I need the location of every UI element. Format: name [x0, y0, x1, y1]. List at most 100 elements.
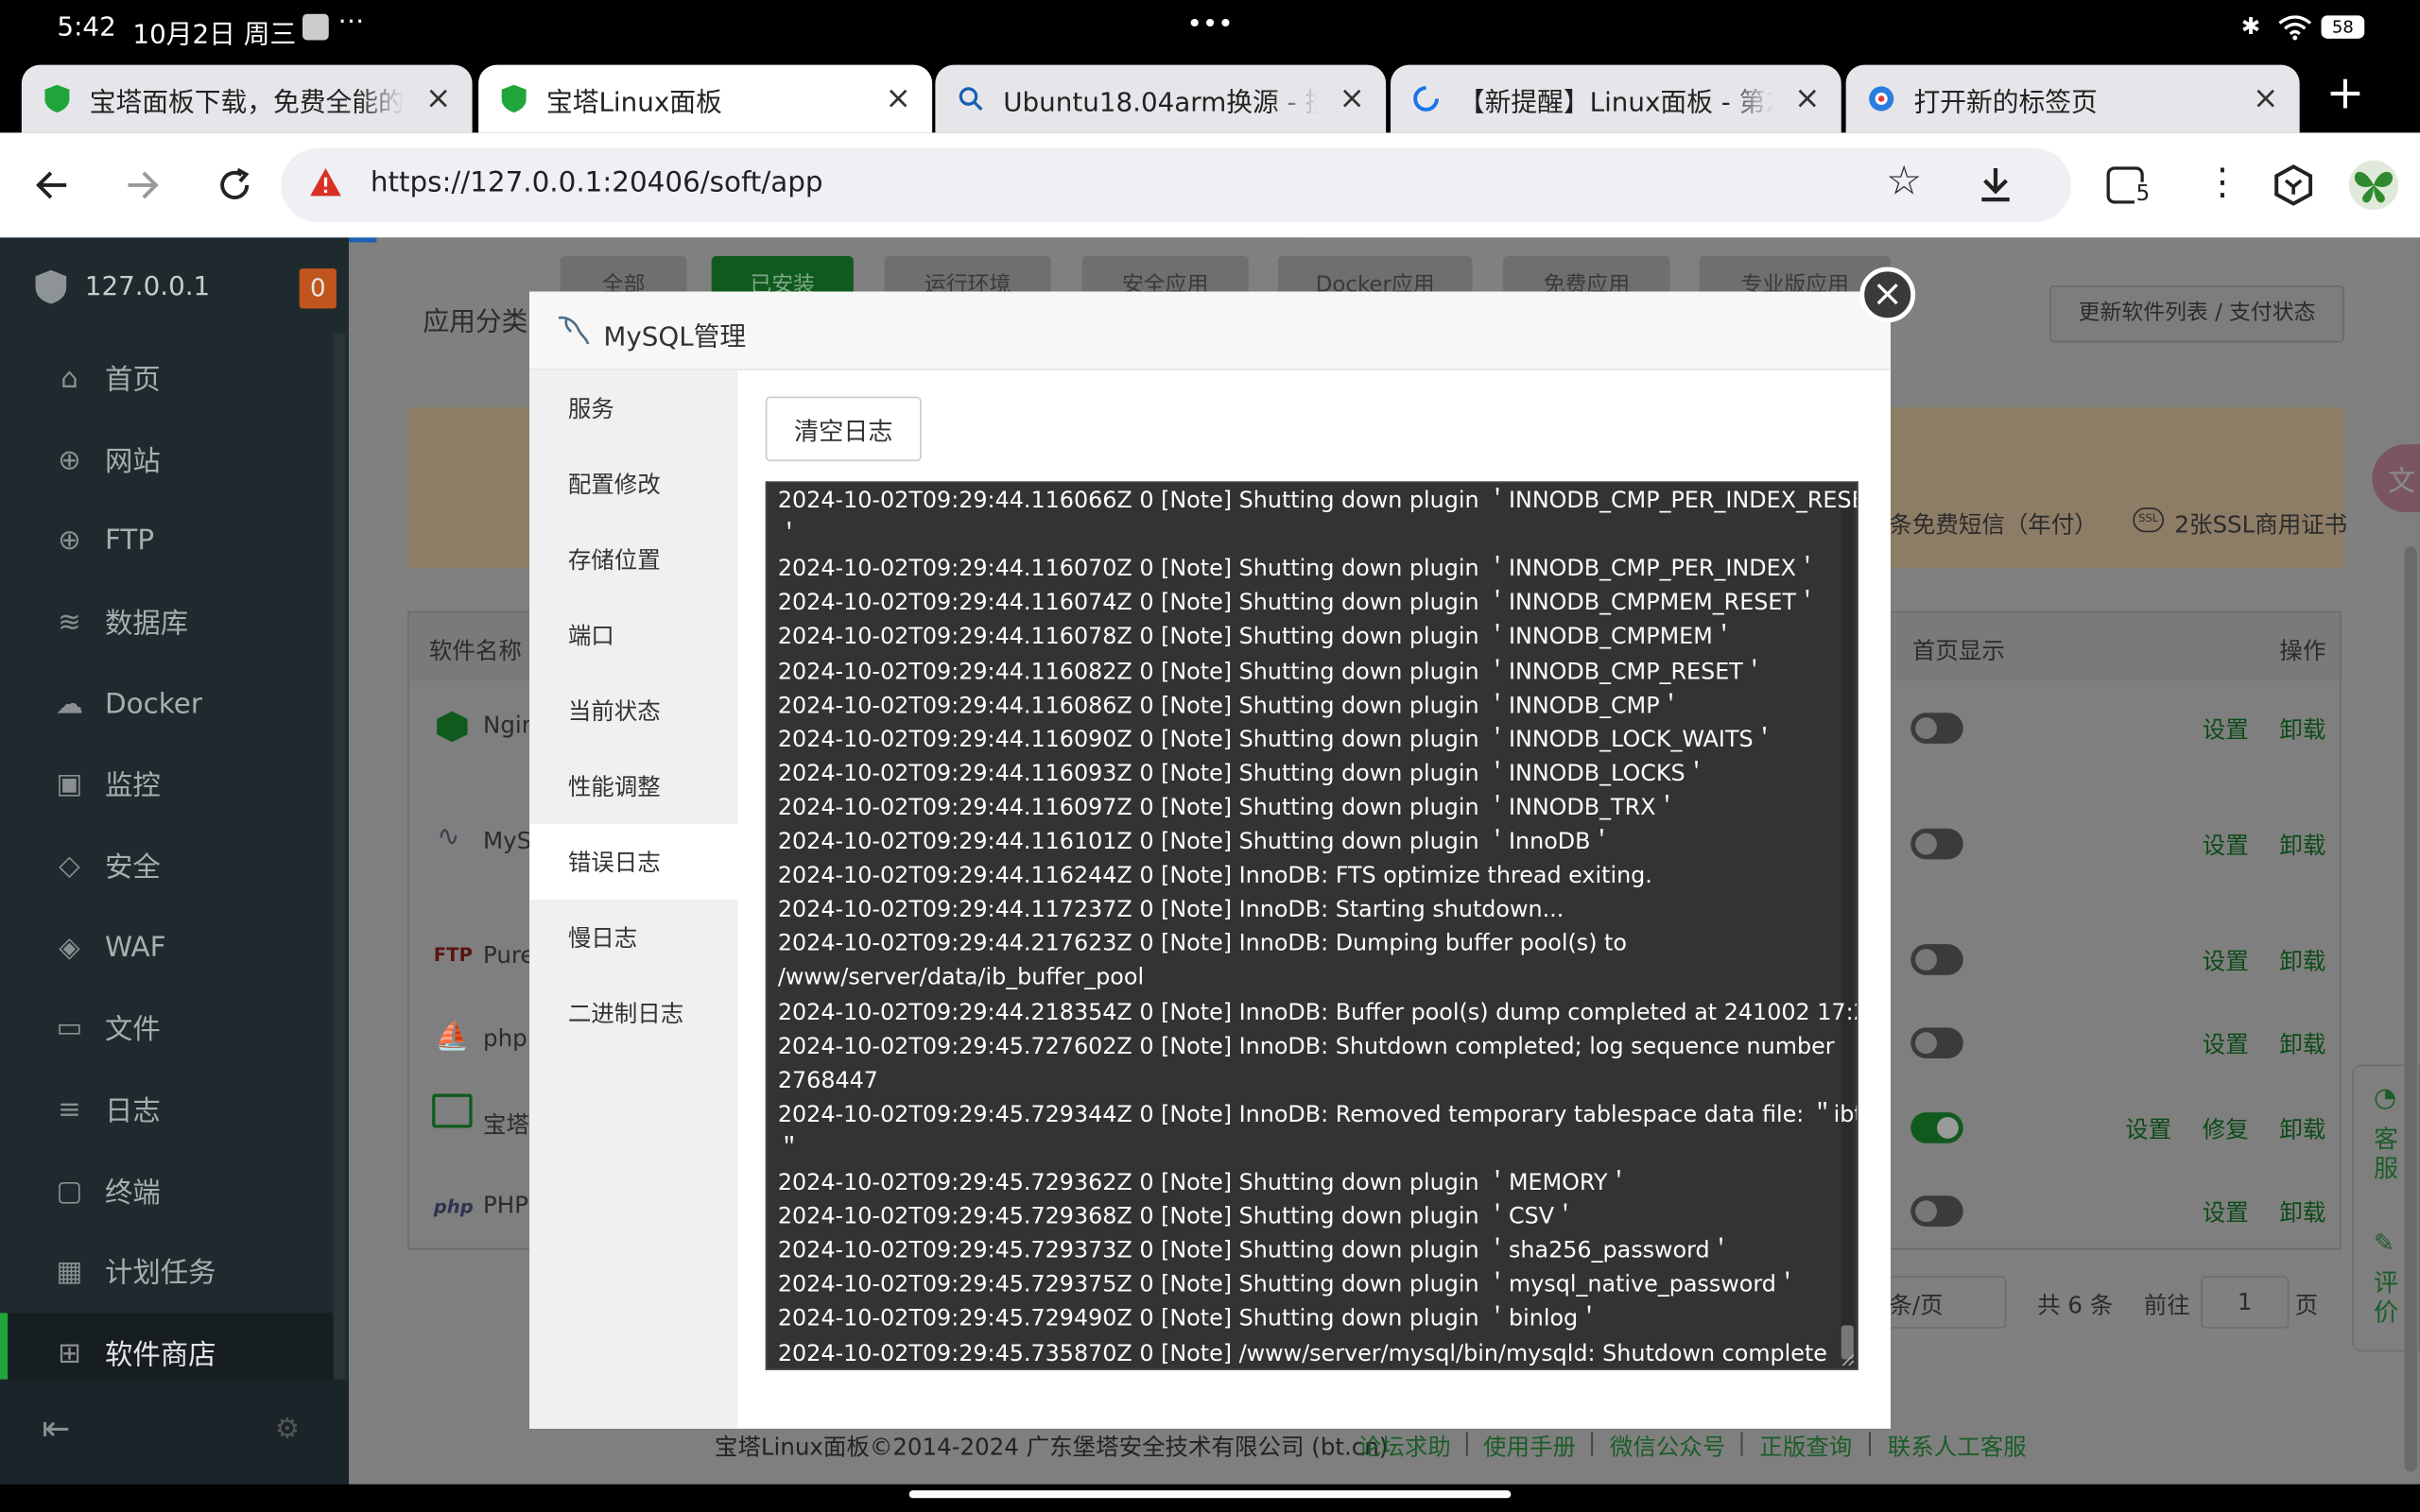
nav-performance[interactable]: 性能调整: [529, 748, 737, 824]
tab-bt-download[interactable]: 宝塔面板下载，免费全能的服务器运维软件 ×: [21, 64, 473, 133]
sidebar-item-ftp[interactable]: ⊕ FTP: [0, 500, 334, 580]
nav-binlog[interactable]: 二进制日志: [529, 975, 737, 1051]
sidebar-item-monitor[interactable]: ▣ 监控: [0, 744, 334, 824]
clear-log-button[interactable]: 清空日志: [765, 396, 922, 462]
forward-arrow-icon[interactable]: [124, 166, 161, 203]
close-dialog-button[interactable]: ×: [1859, 266, 1916, 323]
page-number-input[interactable]: 1: [2201, 1276, 2290, 1329]
error-log-textarea[interactable]: 2024-10-02T09:29:44.116066Z 0 [Note] Shu…: [765, 481, 1858, 1370]
page-unit-label: 页: [2294, 1291, 2319, 1319]
home-display-toggle[interactable]: [1910, 1112, 1963, 1143]
sidebar-item-terminal[interactable]: ▢ 终端: [0, 1151, 334, 1231]
uninstall-link[interactable]: 卸载: [2279, 829, 2325, 861]
sidebar-item-waf[interactable]: ◈ WAF: [0, 907, 334, 988]
tab-bt-linux-panel[interactable]: 宝塔Linux面板 ×: [478, 64, 933, 133]
url-text[interactable]: https://127.0.0.1:20406/soft/app: [371, 166, 823, 198]
tab-linux-forum[interactable]: 【新提醒】Linux面板 - 第2页 ×: [1391, 64, 1841, 133]
close-tab-icon[interactable]: ×: [2250, 82, 2281, 113]
promo-sms: 条免费短信（年付）: [1889, 510, 2098, 539]
table-row[interactable]: 宝塔: [483, 1108, 529, 1140]
log-scrollbar[interactable]: [1841, 491, 1854, 1360]
update-software-list-button[interactable]: 更新软件列表 / 支付状态: [2049, 285, 2344, 343]
service-label-2[interactable]: 服: [2374, 1154, 2398, 1183]
new-tab-plus-icon[interactable]: +: [2325, 70, 2364, 117]
settings-link[interactable]: 设置: [2203, 713, 2249, 745]
log-line: 2024-10-02T09:29:44.218354Z 0 [Note] Inn…: [777, 999, 1858, 1025]
mysql-dolphin-icon: [558, 316, 590, 345]
download-icon[interactable]: [1979, 166, 2013, 203]
uninstall-link[interactable]: 卸载: [2279, 944, 2325, 976]
footer-link-support[interactable]: 联系人工客服: [1888, 1430, 2027, 1462]
alert-badge[interactable]: 0: [299, 268, 337, 309]
table-row[interactable]: PHP: [483, 1191, 528, 1218]
settings-link[interactable]: 设置: [2125, 1112, 2171, 1144]
menu-kebab-icon[interactable]: ⋮: [2204, 163, 2240, 200]
tab-new-tab[interactable]: 打开新的标签页 ×: [1845, 64, 2300, 133]
table-row[interactable]: MyS: [483, 827, 531, 854]
sidebar-item-home[interactable]: ⌂ 首页: [0, 338, 334, 419]
settings-link[interactable]: 设置: [2203, 944, 2249, 976]
nav-status[interactable]: 当前状态: [529, 673, 737, 748]
sidebar-item-database[interactable]: ≋ 数据库: [0, 582, 334, 662]
sidebar-item-files[interactable]: ▭ 文件: [0, 988, 334, 1068]
resize-grip-icon[interactable]: [1840, 1351, 1855, 1366]
uninstall-link[interactable]: 卸载: [2279, 713, 2325, 745]
back-arrow-icon[interactable]: [34, 166, 71, 203]
home-display-toggle[interactable]: [1910, 1027, 1963, 1058]
close-tab-icon[interactable]: ×: [1792, 82, 1824, 113]
sidebar-scrollbar[interactable]: [333, 333, 346, 1383]
table-row[interactable]: php: [483, 1024, 527, 1052]
repair-link[interactable]: 修复: [2203, 1112, 2249, 1144]
rate-label-2[interactable]: 价: [2374, 1297, 2398, 1327]
nav-error-log[interactable]: 错误日志: [528, 823, 738, 900]
nav-port[interactable]: 端口: [529, 597, 737, 673]
extension-hex-icon[interactable]: [2272, 163, 2315, 207]
nav-slow-log[interactable]: 慢日志: [529, 900, 737, 975]
nav-storage[interactable]: 存储位置: [529, 522, 737, 597]
butterfly-icon: [2354, 171, 2394, 203]
nav-service[interactable]: 服务: [529, 370, 737, 446]
home-display-toggle[interactable]: [1910, 1195, 1963, 1227]
status-time: 5:42: [57, 12, 116, 43]
nav-config[interactable]: 配置修改: [529, 446, 737, 522]
table-row[interactable]: Pure: [483, 941, 534, 969]
collapse-menu-icon[interactable]: ⇤: [42, 1410, 70, 1449]
sidebar-item-cron[interactable]: ▦ 计划任务: [0, 1231, 334, 1312]
home-display-toggle[interactable]: [1910, 828, 1963, 860]
home-gesture-bar[interactable]: [908, 1490, 1512, 1499]
close-tab-icon[interactable]: ×: [883, 82, 914, 113]
server-host: 127.0.0.1: [84, 271, 211, 302]
reload-icon[interactable]: [216, 166, 253, 203]
close-tab-icon[interactable]: ×: [423, 82, 454, 113]
browser-toolbar: https://127.0.0.1:20406/soft/app ☆ 5 ⋮: [0, 132, 2420, 238]
bookmark-star-icon[interactable]: ☆: [1886, 162, 1922, 201]
tab-ubuntu-search[interactable]: Ubuntu18.04arm换源 - 搜索 ×: [935, 64, 1387, 133]
footer-link-forum[interactable]: 论坛求助: [1358, 1430, 1451, 1462]
home-display-toggle[interactable]: [1910, 713, 1963, 744]
page-scrollbar[interactable]: [2404, 545, 2417, 1472]
profile-avatar[interactable]: [2348, 160, 2399, 211]
log-line: 2024-10-02T09:29:45.729490Z 0 [Note] Shu…: [777, 1305, 1601, 1332]
uninstall-link[interactable]: 卸载: [2279, 1027, 2325, 1059]
settings-link[interactable]: 设置: [2203, 829, 2249, 861]
rate-label-1[interactable]: 评: [2374, 1268, 2398, 1297]
close-tab-icon[interactable]: ×: [1337, 82, 1368, 113]
settings-link[interactable]: 设置: [2203, 1027, 2249, 1059]
url-bar[interactable]: https://127.0.0.1:20406/soft/app ☆: [281, 147, 2072, 223]
sidebar-item-docker[interactable]: ☁ Docker: [0, 663, 334, 744]
uninstall-link[interactable]: 卸载: [2279, 1112, 2325, 1144]
footer-link-manual[interactable]: 使用手册: [1483, 1430, 1576, 1462]
sidebar-item-logs[interactable]: ≡ 日志: [0, 1069, 334, 1149]
warning-triangle-icon[interactable]: [309, 166, 343, 198]
footer-link-license[interactable]: 正版查询: [1759, 1430, 1852, 1462]
settings-link[interactable]: 设置: [2203, 1195, 2249, 1228]
uninstall-link[interactable]: 卸载: [2279, 1195, 2325, 1228]
footer-link-wechat[interactable]: 微信公众号: [1610, 1430, 1725, 1462]
home-display-toggle[interactable]: [1910, 944, 1963, 975]
table-row[interactable]: Ngir: [483, 712, 531, 739]
sidebar-item-website[interactable]: ⊕ 网站: [0, 420, 334, 500]
gear-icon[interactable]: ⚙: [275, 1414, 300, 1446]
sidebar-item-security[interactable]: ◇ 安全: [0, 825, 334, 905]
service-label-1[interactable]: 客: [2374, 1125, 2398, 1154]
window-dots[interactable]: •••: [1187, 9, 1234, 41]
